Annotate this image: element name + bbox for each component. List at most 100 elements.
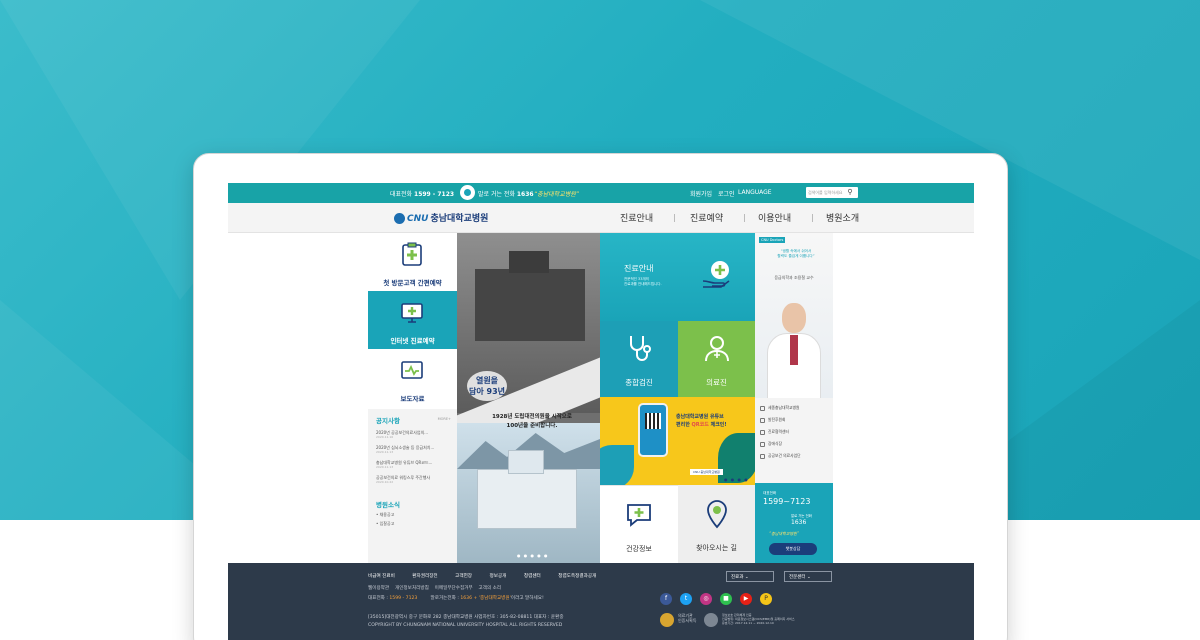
- doctor-name: 응급의학과 조용철 교수: [774, 275, 814, 280]
- call-box-slogan: “충남대학교병원”: [769, 531, 799, 536]
- qr-checkin-banner[interactable]: 충남대학교병원 유튜브 편리한 QR코드 체크인! CNU 충남대학교병원 ● …: [600, 397, 755, 485]
- notice-item[interactable]: 2020년 공공보건의료사업의... 2020.11.16: [376, 430, 449, 440]
- certification-seal-icon: [660, 613, 674, 627]
- center-select[interactable]: 전문센터 ⌄: [784, 571, 832, 582]
- footer-rep-label: 대표전화 :: [368, 596, 390, 601]
- twitter-icon[interactable]: t: [680, 593, 692, 605]
- slider-dots[interactable]: ● ● ● ● ●: [517, 553, 549, 558]
- history-banner[interactable]: 열원을 담아 93년 1928년 도립대전의원을 시작으로 100년을 준비합니…: [457, 233, 600, 563]
- clinic-guide-title: 진료안내: [624, 264, 654, 273]
- footer-link-integrity[interactable]: 청렴센터: [524, 574, 541, 579]
- quick-link-label: 진료협력센터: [768, 429, 789, 434]
- footer-link-terms[interactable]: 웹이용약관: [368, 586, 389, 591]
- footer-link-disclosure[interactable]: 정보공개: [490, 574, 507, 579]
- footer-link-email-refusal[interactable]: 이메일무단수집거부: [435, 586, 473, 591]
- location-pin-icon: [707, 500, 727, 529]
- doctor-quote: “생활 속에서 쉬어서 활력도 즐겁게 이룹니다”: [761, 249, 831, 259]
- quick-link-donation[interactable]: 발전후원회: [760, 414, 828, 426]
- years-badge: 열원을 담아 93년: [467, 371, 507, 401]
- doctor-promo[interactable]: CNU Doctors “생활 속에서 쉬어서 활력도 즐겁게 이룹니다” 응급…: [755, 233, 833, 398]
- footer: 비급여 진료비 환자권리장전 고객헌장 정보공개 청렴센터 청렴도측정결과공개 …: [228, 563, 974, 640]
- footer-rep-number: 1599 - 7123: [389, 596, 418, 601]
- footer-speak-label: 말로거는전화 :: [430, 596, 461, 601]
- instagram-icon[interactable]: ◎: [700, 593, 712, 605]
- directions-tile[interactable]: 찾아오시는 길: [678, 485, 755, 563]
- website-screen: 대표전화 1599 - 7123 말로 거는 전화 1636 “충남대학교병원”…: [228, 183, 974, 640]
- quick-link-sejong[interactable]: 세종충남대학교병원: [760, 402, 828, 414]
- doctor-photo: [782, 303, 806, 333]
- health-info-tile[interactable]: 건강정보: [600, 485, 678, 563]
- department-select[interactable]: 진료과 ⌄: [726, 571, 774, 582]
- nav-usage-guide[interactable]: 이용안내: [758, 211, 791, 224]
- call-info-box: 대표전화 1599~7123 말로 거는 전화 1636 “충남대학교병원” 챗…: [755, 483, 833, 563]
- first-visit-button[interactable]: 첫 방문고객 간편예약: [368, 233, 457, 291]
- doctors-tile[interactable]: 의료진: [678, 321, 755, 397]
- notice-item-date: 2020.11.13: [376, 450, 394, 454]
- quick-link-public-health[interactable]: 공공보건 의료사업단: [760, 450, 828, 462]
- nav-reservation[interactable]: 진료예약: [690, 211, 723, 224]
- kakao-icon[interactable]: P: [760, 593, 772, 605]
- news-item[interactable]: • 채용공고: [376, 512, 449, 518]
- news-item[interactable]: • 입찰공고: [376, 521, 449, 527]
- footer-speak-tail: 이라고 말하세요!: [510, 596, 544, 601]
- notice-item-date: 2020.11.13: [376, 465, 394, 469]
- footer-link-charter[interactable]: 고객헌장: [455, 574, 472, 579]
- footer-link-patient-rights[interactable]: 환자권리장전: [412, 574, 437, 579]
- press-release-button[interactable]: 보도자료: [368, 349, 457, 407]
- language-link[interactable]: LANGUAGE: [738, 189, 772, 196]
- left-column: 첫 방문고객 간편예약 인터넷 진료예약 보도자료 공지사항 MORE+ 202…: [368, 233, 457, 563]
- call-box-label: 대표전화: [763, 491, 777, 495]
- logo-cnu: CNU: [407, 214, 429, 224]
- notice-item[interactable]: 충남대학교병원 유튜브 QR코드... 2020.11.13: [376, 460, 449, 470]
- stethoscope-icon: [630, 336, 651, 361]
- line-icon[interactable]: ■: [720, 593, 732, 605]
- doctor-tie-image: [790, 335, 798, 365]
- notice-item[interactable]: 2020년 심뇌소생술 등 응급처치... 2020.11.13: [376, 445, 449, 455]
- leaf-decoration: [600, 445, 634, 485]
- footer-phones: 대표전화 : 1599 - 7123 말로거는전화 : 1636 + '충남대학…: [368, 595, 544, 601]
- chatbot-button[interactable]: 챗봇상담: [769, 543, 817, 555]
- nav-divider: [674, 214, 675, 222]
- clinic-guide-subtitle-line2: 진료과를 안내해드립니다.: [624, 282, 662, 286]
- logo[interactable]: CNU 충남대학교병원: [394, 211, 488, 224]
- hand-plus-icon: [702, 261, 730, 288]
- phone-info: 대표전화 1599 - 7123: [390, 189, 454, 198]
- footer-link-noncovered[interactable]: 비급여 진료비: [368, 574, 395, 579]
- call-box-label2: 말로 거는 전화: [791, 514, 812, 518]
- join-link[interactable]: 회원가입: [690, 189, 712, 198]
- health-checkup-tile[interactable]: 종합검진: [600, 321, 678, 397]
- doctors-tag: CNU Doctors: [759, 237, 786, 243]
- youtube-icon[interactable]: ▶: [740, 593, 752, 605]
- login-link[interactable]: 로그인: [718, 189, 735, 198]
- clinic-guide-tile[interactable]: 진료안내 전문적인 33개의 진료과를 안내해드립니다.: [600, 233, 755, 321]
- footer-link-voice[interactable]: 고객의 소리: [479, 586, 502, 591]
- internet-reservation-label: 인터넷 진료예약: [390, 337, 435, 345]
- facebook-icon[interactable]: f: [660, 593, 672, 605]
- doctors-label: 의료진: [706, 378, 727, 387]
- phone-image: [638, 403, 668, 457]
- internet-reservation-button[interactable]: 인터넷 진료예약: [368, 291, 457, 349]
- nav-hospital-intro[interactable]: 병원소개: [826, 211, 859, 224]
- isms-seal-icon: [704, 613, 718, 627]
- isms-text: 정보보호 관리체계 인증 인증범위: 의료정보시스템(OCS/EMR)및 홈페이…: [722, 613, 795, 625]
- notice-more-link[interactable]: MORE+: [438, 417, 451, 421]
- directions-label: 찾아오시는 길: [696, 544, 737, 552]
- footer-link-privacy[interactable]: 개인정보처리방침: [395, 586, 429, 591]
- years-line2: 담아 93년: [469, 387, 505, 396]
- heart-icon: [760, 417, 765, 423]
- health-checkup-label: 종합검진: [625, 378, 653, 387]
- notice-panel: 공지사항 MORE+ 2020년 공공보건의료사업의... 2020.11.16 …: [368, 409, 457, 563]
- search-icon[interactable]: ⚲: [844, 188, 856, 197]
- handshake-icon: [760, 429, 765, 435]
- qr-banner-text: 체크인!: [708, 422, 727, 428]
- nav-clinic-guide[interactable]: 진료안내: [620, 211, 653, 224]
- footer-link-integrity-results[interactable]: 청렴도측정결과공개: [558, 574, 596, 579]
- call-label: 말로 거는 전화: [478, 191, 515, 198]
- qr-slider-dots[interactable]: ● ● ● ●: [724, 477, 749, 482]
- quick-link-cooperation[interactable]: 진료협력센터: [760, 426, 828, 438]
- quick-link-funeral[interactable]: 장애식장: [760, 438, 828, 450]
- heartbeat-monitor-icon: [401, 361, 423, 379]
- call-box-number2: 1636: [791, 519, 807, 526]
- banner-caption-line2: 100년을 준비합니다.: [506, 423, 558, 429]
- notice-item[interactable]: 공공보건의료 워킹스루 주간행사 2020.10.22: [376, 475, 449, 485]
